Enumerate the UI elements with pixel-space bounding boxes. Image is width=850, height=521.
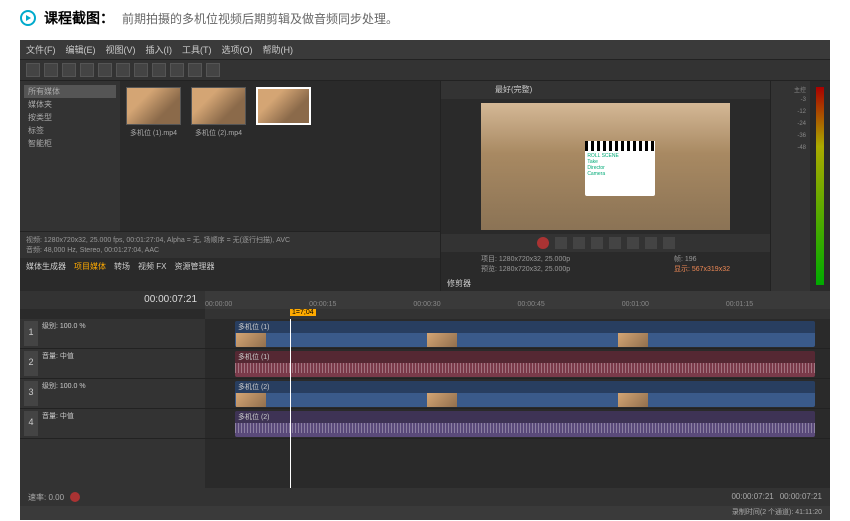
transport-controls	[441, 234, 770, 252]
tab-transitions[interactable]: 转场	[114, 261, 130, 272]
preview-info: 项目: 1280x720x32, 25.000p预览: 1280x720x32,…	[441, 252, 770, 276]
timeline-footer: 速率: 0.00 00:00:07:21 00:00:07:21	[20, 488, 830, 506]
rate-display: 速率: 0.00	[28, 492, 64, 502]
clapperboard-icon: ROLL SCENETakeDirectorCamera	[585, 141, 655, 196]
toolbar-btn[interactable]	[206, 63, 220, 77]
marker[interactable]: 1=7;04	[290, 309, 316, 316]
level-marks: -48	[775, 145, 806, 155]
page-title: 课程截图：	[44, 8, 114, 28]
timecode-display[interactable]: 00:00:07:21	[20, 291, 205, 309]
toolbar-btn[interactable]	[62, 63, 76, 77]
tab-generators[interactable]: 媒体生成器	[26, 261, 66, 272]
tab-project-media[interactable]: 项目媒体	[74, 261, 106, 272]
media-thumb[interactable]: 多机位 (2).mp4	[191, 87, 246, 138]
tree-item[interactable]: 标签	[24, 124, 116, 137]
prev-btn[interactable]	[118, 492, 128, 502]
play-start-btn[interactable]	[573, 237, 585, 249]
track-area[interactable]: 多机位 (1) 多机位 (1) 多机位 (2) 多机位 (2)	[205, 319, 830, 488]
record-btn[interactable]	[537, 237, 549, 249]
statusbar: 录制时间(2 个通道): 41:11:20	[20, 506, 830, 520]
master-label: 主控	[775, 85, 806, 95]
media-panel: 所有媒体 媒体夹 按类型 标签 智能柜 多机位 (1).mp4 多机位 (2).…	[20, 81, 440, 291]
level-marks: -36	[775, 133, 806, 143]
menu-help[interactable]: 帮助(H)	[263, 43, 294, 56]
tc-in[interactable]: 00:00:07:21	[731, 492, 773, 502]
track-header-3[interactable]: 3级别: 100.0 %	[20, 379, 205, 409]
media-thumbnails: 多机位 (1).mp4 多机位 (2).mp4	[120, 81, 440, 231]
track-header-1[interactable]: 1级别: 100.0 %	[20, 319, 205, 349]
level-marks: -24	[775, 121, 806, 131]
toolbar-btn[interactable]	[188, 63, 202, 77]
tree-root[interactable]: 所有媒体	[24, 85, 116, 98]
next-btn[interactable]	[663, 237, 675, 249]
media-tabs: 媒体生成器 项目媒体 转场 视频 FX 资源管理器	[20, 258, 440, 275]
tab-videofx[interactable]: 视频 FX	[138, 261, 166, 272]
master-panel: 主控 -3 -12 -24 -36 -48	[770, 81, 810, 291]
menu-options[interactable]: 选项(O)	[222, 43, 253, 56]
tc-out[interactable]: 00:00:07:21	[780, 492, 822, 502]
prev-btn[interactable]	[645, 237, 657, 249]
menu-insert[interactable]: 插入(I)	[146, 43, 173, 56]
track-header-4[interactable]: 4音量: 中值	[20, 409, 205, 439]
loop-btn[interactable]	[555, 237, 567, 249]
video-clip-2[interactable]: 多机位 (2)	[235, 381, 815, 407]
page-desc: 前期拍摄的多机位视频后期剪辑及做音频同步处理。	[122, 10, 398, 27]
toolbar-btn[interactable]	[26, 63, 40, 77]
tree-item[interactable]: 智能柜	[24, 137, 116, 150]
toolbar-btn[interactable]	[134, 63, 148, 77]
playhead[interactable]	[290, 319, 291, 488]
toolbar-btn[interactable]	[116, 63, 130, 77]
audio-clip-2[interactable]: 多机位 (2)	[235, 411, 815, 437]
main-toolbar	[20, 60, 830, 81]
preview-video[interactable]: ROLL SCENETakeDirectorCamera	[481, 103, 730, 230]
preview-panel: 最好(完整) ROLL SCENETakeDirectorCamera 项目:	[440, 81, 770, 291]
toolbar-btn[interactable]	[80, 63, 94, 77]
menu-edit[interactable]: 编辑(E)	[66, 43, 96, 56]
media-tree: 所有媒体 媒体夹 按类型 标签 智能柜	[20, 81, 120, 231]
preview-tab[interactable]: 修剪器	[441, 276, 770, 291]
timeline: 00:00:07:21 00:00:0000:00:1500:00:3000:0…	[20, 291, 830, 506]
toolbar-btn[interactable]	[44, 63, 58, 77]
play-btn[interactable]	[591, 237, 603, 249]
play-btn[interactable]	[86, 492, 96, 502]
menubar: 文件(F) 编辑(E) 视图(V) 插入(I) 工具(T) 选项(O) 帮助(H…	[20, 40, 830, 60]
track-header-2[interactable]: 2音量: 中值	[20, 349, 205, 379]
level-marks: -12	[775, 109, 806, 119]
play-icon	[20, 10, 36, 26]
preview-toolbar: 最好(完整)	[441, 81, 770, 99]
menu-view[interactable]: 视图(V)	[106, 43, 136, 56]
record-btn[interactable]	[70, 492, 80, 502]
stop-btn[interactable]	[627, 237, 639, 249]
preview-btn[interactable]	[447, 84, 459, 96]
stop-btn[interactable]	[102, 492, 112, 502]
level-marks: -3	[775, 97, 806, 107]
video-editor-app: 文件(F) 编辑(E) 视图(V) 插入(I) 工具(T) 选项(O) 帮助(H…	[20, 40, 830, 520]
meter-left	[816, 87, 824, 285]
menu-tools[interactable]: 工具(T)	[182, 43, 212, 56]
quality-dropdown[interactable]: 最好(完整)	[495, 84, 532, 96]
toolbar-btn[interactable]	[152, 63, 166, 77]
tree-item[interactable]: 媒体夹	[24, 98, 116, 111]
menu-file[interactable]: 文件(F)	[26, 43, 56, 56]
audio-clip-1[interactable]: 多机位 (1)	[235, 351, 815, 377]
time-ruler[interactable]: 00:00:0000:00:1500:00:3000:00:4500:01:00…	[205, 291, 830, 309]
track-headers: 1级别: 100.0 % 2音量: 中值 3级别: 100.0 % 4音量: 中…	[20, 319, 205, 488]
audio-meters	[810, 81, 830, 291]
preview-btn[interactable]	[463, 84, 475, 96]
preview-btn[interactable]	[479, 84, 491, 96]
next-btn[interactable]	[134, 492, 144, 502]
media-thumb[interactable]	[256, 87, 311, 128]
toolbar-btn[interactable]	[98, 63, 112, 77]
video-clip-1[interactable]: 多机位 (1)	[235, 321, 815, 347]
media-thumb[interactable]: 多机位 (1).mp4	[126, 87, 181, 138]
toolbar-btn[interactable]	[170, 63, 184, 77]
pause-btn[interactable]	[609, 237, 621, 249]
tab-explorer[interactable]: 资源管理器	[174, 261, 214, 272]
tree-item[interactable]: 按类型	[24, 111, 116, 124]
media-info: 视频: 1280x720x32, 25.000 fps, 00:01:27:04…	[20, 231, 440, 258]
